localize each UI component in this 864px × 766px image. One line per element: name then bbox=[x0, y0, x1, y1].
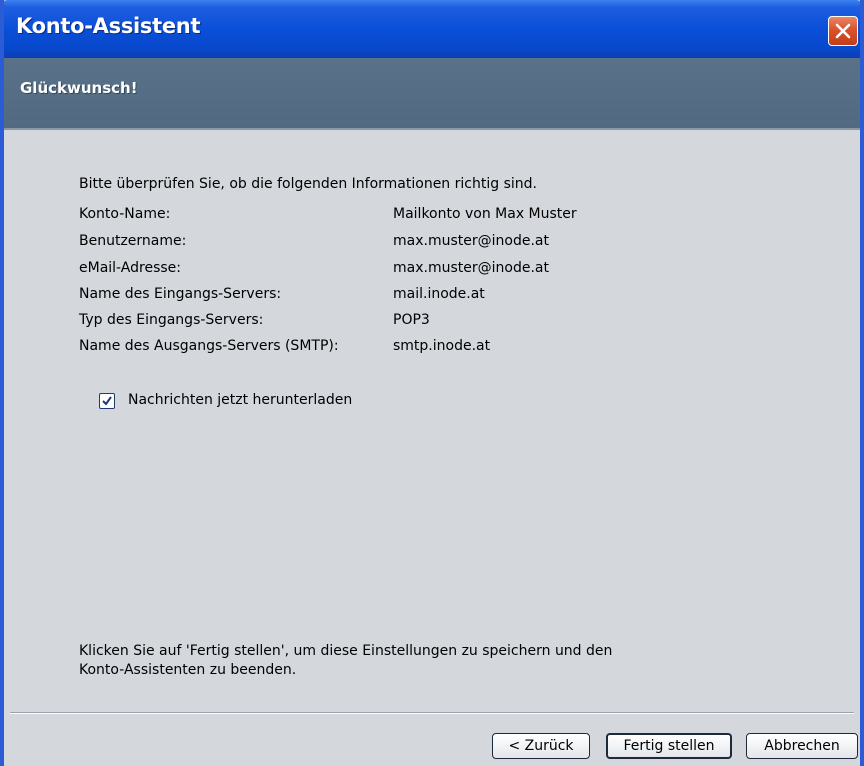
info-label: Benutzername: bbox=[79, 233, 187, 249]
info-value: Mailkonto von Max Muster bbox=[393, 206, 577, 222]
wizard-header: Glückwunsch! bbox=[4, 58, 860, 128]
info-label: Name des Eingangs-Servers: bbox=[79, 286, 282, 302]
info-value: max.muster@inode.at bbox=[393, 233, 549, 249]
info-value: max.muster@inode.at bbox=[393, 260, 549, 276]
info-label: eMail-Adresse: bbox=[79, 260, 181, 276]
checkmark-icon bbox=[102, 396, 112, 406]
info-label: Name des Ausgangs-Servers (SMTP): bbox=[79, 338, 339, 354]
finish-instructions-line: Konto-Assistenten zu beenden. bbox=[79, 662, 297, 678]
wizard-content: Bitte überprüfen Sie, ob die folgenden I… bbox=[4, 130, 860, 710]
close-x-icon bbox=[835, 23, 851, 39]
close-button[interactable] bbox=[828, 16, 858, 46]
finish-instructions-line: Klicken Sie auf 'Fertig stellen', um die… bbox=[79, 643, 613, 659]
info-label: Typ des Eingangs-Servers: bbox=[79, 312, 264, 328]
title-bar[interactable]: Konto-Assistent bbox=[4, 0, 860, 58]
intro-text: Bitte überprüfen Sie, ob die folgenden I… bbox=[79, 176, 537, 192]
info-value: POP3 bbox=[393, 312, 430, 328]
info-value: mail.inode.at bbox=[393, 286, 485, 302]
finish-button[interactable]: Fertig stellen bbox=[606, 733, 732, 759]
info-value: smtp.inode.at bbox=[393, 338, 491, 354]
account-wizard-window: Konto-Assistent Glückwunsch! Bitte überp… bbox=[0, 0, 864, 766]
download-now-label[interactable]: Nachrichten jetzt herunterladen bbox=[128, 392, 352, 408]
cancel-button[interactable]: Abbrechen bbox=[746, 733, 858, 759]
window-title: Konto-Assistent bbox=[16, 14, 201, 38]
finish-instructions: Klicken Sie auf 'Fertig stellen', um die… bbox=[79, 642, 779, 680]
back-button[interactable]: < Zurück bbox=[492, 733, 590, 759]
download-now-checkbox[interactable] bbox=[99, 393, 115, 409]
button-separator bbox=[10, 712, 854, 714]
header-title: Glückwunsch! bbox=[20, 79, 138, 97]
info-label: Konto-Name: bbox=[79, 206, 171, 222]
